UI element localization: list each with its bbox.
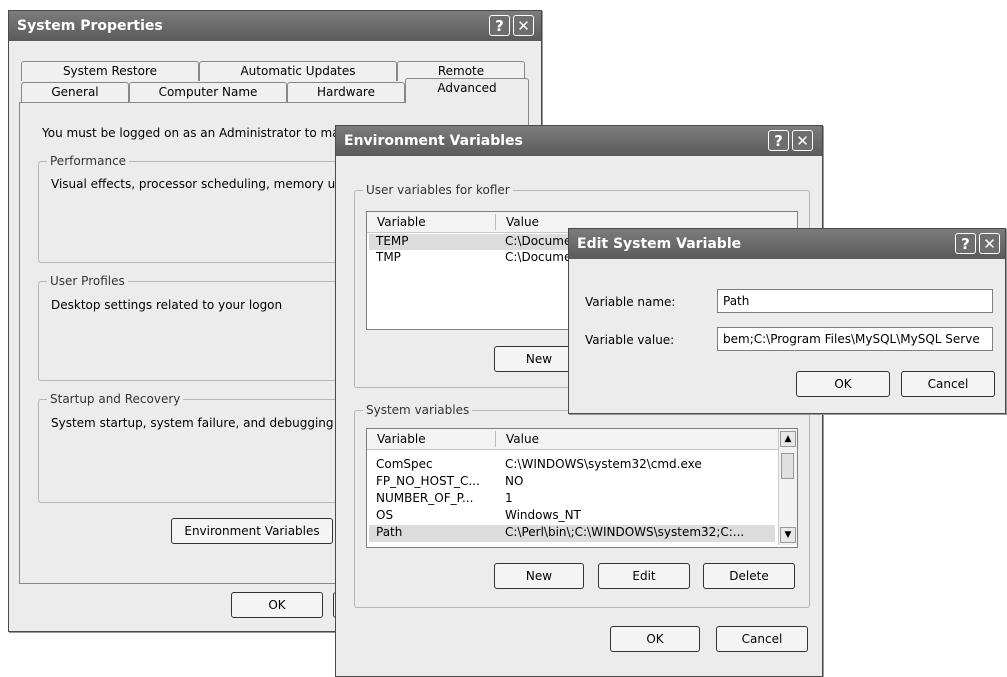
tab-label: Hardware	[317, 85, 375, 99]
user-profiles-label: User Profiles	[47, 274, 128, 288]
variable-value-label: Variable value:	[585, 333, 675, 347]
column-divider	[495, 214, 496, 230]
tab-automatic-updates[interactable]: Automatic Updates	[199, 61, 397, 81]
list-item[interactable]: FP_NO_HOST_C... NO	[369, 474, 775, 491]
help-icon: ?	[774, 132, 783, 150]
tab-hardware[interactable]: Hardware	[287, 82, 405, 102]
variable-cell: FP_NO_HOST_C...	[376, 474, 480, 488]
column-header-value[interactable]: Value	[506, 432, 539, 446]
variable-cell: Path	[376, 525, 403, 539]
button-label: New	[525, 569, 553, 583]
performance-label: Performance	[47, 154, 130, 168]
variable-cell: ComSpec	[376, 457, 433, 471]
variable-cell: TMP	[376, 250, 401, 264]
close-button[interactable]: ✕	[513, 15, 534, 36]
value-cell: C:\Perl\bin\;C:\WINDOWS\system32;C:...	[505, 525, 745, 539]
help-button[interactable]: ?	[768, 130, 789, 151]
button-label: OK	[268, 598, 286, 612]
tab-label: Automatic Updates	[240, 64, 356, 78]
button-label: Edit	[632, 569, 656, 583]
performance-text: Visual effects, processor scheduling, me…	[51, 177, 342, 191]
environment-variables-button[interactable]: Environment Variables	[171, 518, 333, 544]
help-icon: ?	[961, 235, 970, 253]
tab-general[interactable]: General	[21, 82, 129, 102]
button-label: Delete	[729, 569, 769, 583]
button-label: Environment Variables	[184, 524, 320, 538]
system-properties-titlebar[interactable]: System Properties	[9, 11, 541, 41]
button-label: New	[525, 352, 553, 366]
system-variables-list[interactable]: Variable Value ComSpec C:\WINDOWS\system…	[366, 428, 798, 548]
tab-advanced[interactable]: Advanced	[405, 78, 529, 103]
value-cell: NO	[505, 474, 524, 488]
value-cell: 1	[505, 491, 513, 505]
window-title: Environment Variables	[344, 133, 523, 149]
variable-cell: OS	[376, 508, 394, 522]
list-item[interactable]: OS Windows_NT	[369, 508, 775, 525]
cancel-button[interactable]: Cancel	[716, 626, 808, 652]
user-profiles-text: Desktop settings related to your logon	[51, 298, 283, 312]
help-button[interactable]: ?	[955, 233, 976, 254]
ok-button[interactable]: OK	[610, 626, 700, 652]
help-button[interactable]: ?	[489, 15, 510, 36]
close-icon: ✕	[796, 132, 809, 150]
window-title: Edit System Variable	[577, 236, 742, 252]
list-header: Variable Value	[367, 429, 779, 450]
variable-name-label: Variable name:	[585, 295, 676, 309]
button-label: OK	[646, 632, 664, 646]
tab-label: General	[51, 85, 99, 99]
system-variables-label: System variables	[363, 403, 473, 417]
startup-recovery-text: System startup, system failure, and debu…	[51, 416, 349, 430]
variable-cell: NUMBER_OF_P...	[376, 491, 474, 505]
button-label: Cancel	[927, 377, 969, 391]
button-label: Cancel	[741, 632, 783, 646]
tab-label: System Restore	[62, 64, 158, 78]
vertical-scrollbar[interactable]: ▲ ▼	[778, 429, 797, 545]
close-icon: ✕	[983, 235, 996, 253]
value-cell: Windows_NT	[505, 508, 581, 522]
cancel-button[interactable]: Cancel	[901, 371, 995, 397]
tab-label: Computer Name	[158, 85, 258, 99]
list-item[interactable]: ComSpec C:\WINDOWS\system32\cmd.exe	[369, 457, 775, 474]
system-new-button[interactable]: New	[494, 563, 584, 589]
startup-recovery-label: Startup and Recovery	[47, 392, 184, 406]
edit-system-variable-titlebar[interactable]: Edit System Variable	[569, 229, 1005, 259]
admin-notice: You must be logged on as an Administrato…	[42, 126, 340, 140]
tab-computer-name[interactable]: Computer Name	[129, 82, 287, 102]
close-icon: ✕	[517, 17, 530, 35]
ok-button[interactable]: OK	[796, 371, 890, 397]
system-delete-button[interactable]: Delete	[703, 563, 795, 589]
ok-button[interactable]: OK	[231, 592, 323, 618]
user-variables-label: User variables for kofler	[363, 183, 513, 197]
value-cell: C:\Docume	[505, 250, 572, 264]
variable-value-field[interactable]: bem;C:\Program Files\MySQL\MySQL Serve	[717, 327, 993, 351]
edit-system-variable-window: Edit System Variable ? ✕ Variable name: …	[568, 228, 1006, 414]
button-label: OK	[834, 377, 852, 391]
column-header-variable[interactable]: Variable	[377, 215, 426, 229]
scroll-up-icon[interactable]: ▲	[780, 431, 796, 447]
system-edit-button[interactable]: Edit	[598, 563, 690, 589]
variable-cell: TEMP	[376, 234, 409, 248]
value-cell: C:\WINDOWS\system32\cmd.exe	[505, 457, 702, 471]
window-title: System Properties	[17, 18, 163, 34]
field-value: bem;C:\Program Files\MySQL\MySQL Serve	[723, 332, 980, 346]
environment-variables-titlebar[interactable]: Environment Variables	[336, 126, 822, 156]
scroll-thumb[interactable]	[781, 453, 794, 479]
tab-system-restore[interactable]: System Restore	[21, 61, 199, 81]
variable-name-field[interactable]: Path	[717, 289, 993, 313]
column-header-value[interactable]: Value	[506, 215, 539, 229]
tab-label: Remote	[437, 64, 485, 78]
column-divider	[495, 431, 496, 447]
column-header-variable[interactable]: Variable	[377, 432, 426, 446]
close-button[interactable]: ✕	[792, 130, 813, 151]
list-item[interactable]: NUMBER_OF_P... 1	[369, 491, 775, 508]
value-cell: C:\Docume	[505, 234, 572, 248]
tab-label: Advanced	[437, 81, 497, 95]
scroll-down-icon[interactable]: ▼	[780, 527, 796, 543]
close-button[interactable]: ✕	[979, 233, 1000, 254]
list-item[interactable]: Path C:\Perl\bin\;C:\WINDOWS\system32;C:…	[369, 525, 775, 542]
help-icon: ?	[495, 17, 504, 35]
field-value: Path	[723, 294, 750, 308]
